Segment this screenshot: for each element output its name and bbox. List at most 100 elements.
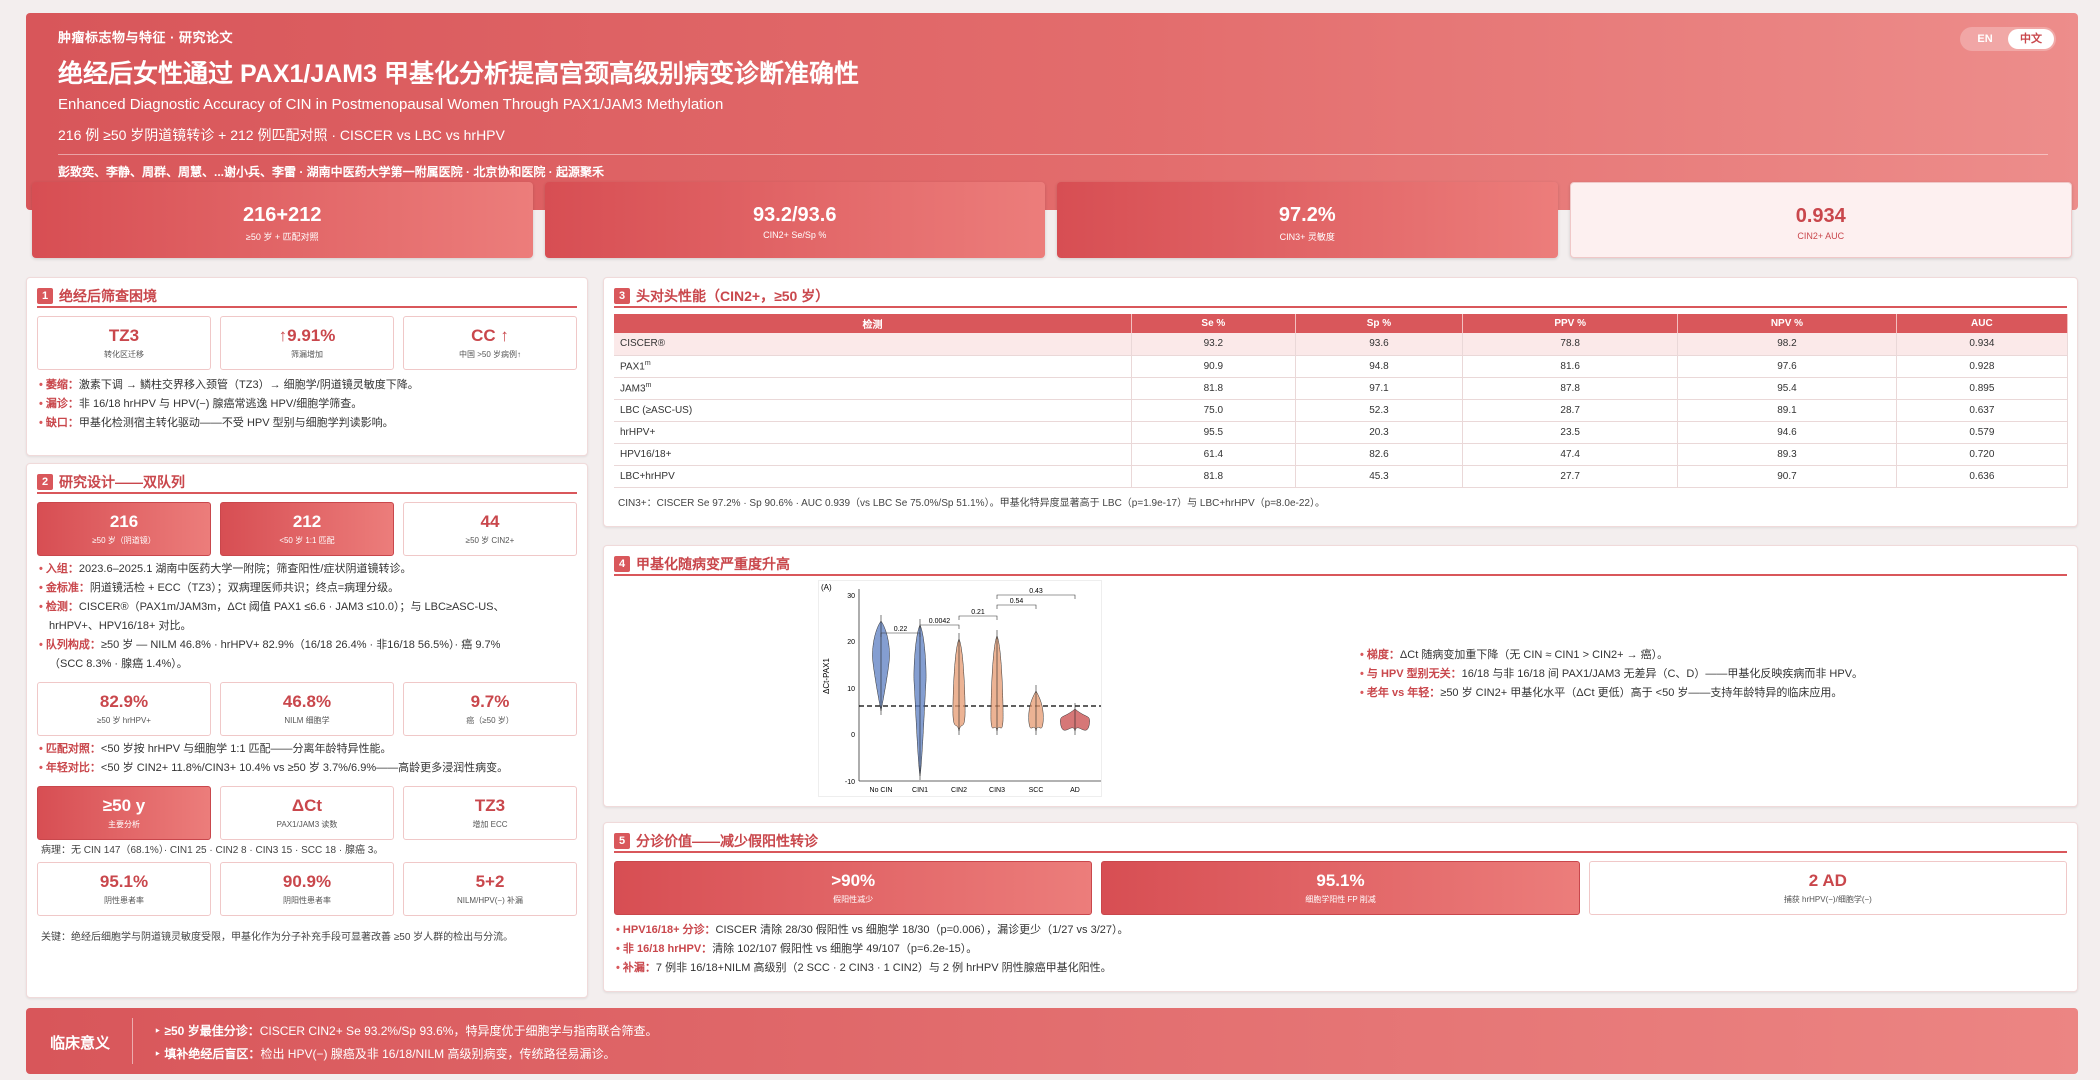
table-row: hrHPV+ 95.5 20.3 23.5 94.6 0.579 xyxy=(614,421,2069,444)
bullet-text: 激素下调 → 鳞柱交界移入颈管（TZ3）→ 细胞学/阴道镜灵敏度下降。 xyxy=(78,379,419,391)
bullet-continuation: （SCC 8.3% · 腺癌 1.4%）。 xyxy=(49,658,188,670)
table-row: JAM3m 81.8 97.1 87.8 95.4 0.895 xyxy=(614,377,2069,400)
metric-row: 216 ≥50 岁（阴道镜） 212 <50 岁 1:1 匹配 44 ≥50 岁 CI… xyxy=(37,502,577,556)
stat-label: CIN3+ 灵敏度 xyxy=(1279,232,1335,242)
metric-box: 9.7% 癌（≥50 岁） xyxy=(403,682,577,736)
test-name: LBC+hrHPV xyxy=(620,470,675,482)
bullet-item: • HPV16/18+ 分诊：CISCER 清除 28/30 假阳性 vs 细胞… xyxy=(616,924,1129,936)
metric-cell: 90.9 xyxy=(1131,355,1296,378)
metric-row: >90% 假阳性减少 95.1% 细胞学阳性 FP 削减 2 AD 捕获 hrHPV(… xyxy=(614,861,2067,915)
metric-cell: 0.636 xyxy=(1896,465,2069,488)
metric-cell: 81.8 xyxy=(1131,465,1296,488)
bullet-text: 清除 102/107 假阳性 vs 细胞学 49/107（p=6.2e-15）。 xyxy=(712,943,978,955)
panel-title: 3 头对头性能（CIN2+，≥50 岁） xyxy=(614,286,2067,308)
metric-box: 90.9% 阴阳性患者率 xyxy=(220,862,394,916)
performance-table: 检测 Se % Sp % PPV % NPV % AUC CISCER® 93.2… xyxy=(614,314,2069,488)
metric-value: 95.1% xyxy=(1316,871,1365,890)
bullet-key: 金标准： xyxy=(45,582,90,594)
pathology-note: 病理：无 CIN 147（68.1%）· CIN1 25 · CIN2 8 · … xyxy=(41,845,384,856)
panel-title: 1 绝经后筛查困境 xyxy=(37,286,577,308)
metric-cell: 0.928 xyxy=(1896,355,2069,378)
p-value-label: 0.43 xyxy=(1029,588,1043,595)
bullet-key: HPV16/18+ 分诊： xyxy=(622,924,716,936)
column-header: 检测 xyxy=(614,314,1132,333)
panel-title-text: 甲基化随病变严重度升高 xyxy=(636,556,790,572)
significance-bracket xyxy=(958,615,998,620)
metric-value: ↑9.91% xyxy=(278,326,336,345)
metric-label: ≥50 岁 hrHPV+ xyxy=(97,716,151,725)
p-value-label: 0.54 xyxy=(1010,598,1024,605)
metric-value: 9.7% xyxy=(470,692,510,711)
bullet-item: • 老年 vs 年轻：≥50 岁 CIN2+ 甲基化水平（ΔCt 更低）高于 <… xyxy=(1360,687,1843,699)
stat-value: 0.934 xyxy=(1795,205,1846,227)
metric-box: TZ3 增加 ECC xyxy=(403,786,577,840)
bullet-key: 缺口： xyxy=(45,417,79,429)
metric-cell: 93.6 xyxy=(1295,333,1464,356)
metric-cell: 52.3 xyxy=(1295,399,1464,422)
bullet-key: 老年 vs 年轻： xyxy=(1366,687,1441,699)
metric-label: 中国 >50 岁病例↑ xyxy=(458,350,521,359)
lang-en-button[interactable]: EN xyxy=(1962,29,2008,49)
metric-value: ≥50 y xyxy=(102,796,146,815)
footer-key: 填补绝经后盲区： xyxy=(164,1047,261,1061)
title-english: Enhanced Diagnostic Accuracy of CIN in P… xyxy=(58,96,724,113)
bullet-item: • 入组：2023.6–2025.1 湖南中医药大学一附院；筛查阳性/症状阴道镜… xyxy=(39,563,412,575)
stat-label: CIN2+ AUC xyxy=(1797,231,1845,241)
metric-box: CC ↑ 中国 >50 岁病例↑ xyxy=(403,316,577,370)
stat-value: 93.2/93.6 xyxy=(753,204,837,226)
bullet-item: • 匹配对照：<50 岁按 hrHPV 与细胞学 1:1 匹配——分离年龄特异性… xyxy=(39,743,392,755)
metric-label: 转化区迁移 xyxy=(104,350,144,359)
metric-value: 2 AD xyxy=(1808,871,1847,890)
bullet-item: • 检测：CISCER®（PAX1m/JAM3m，ΔCt 阈值 PAX1 ≤6.… xyxy=(39,601,505,613)
bullet-text: 7 例非 16/18+NILM 高级别（2 SCC · 2 CIN3 · 1 C… xyxy=(655,962,1112,974)
metric-value: >90% xyxy=(831,871,876,890)
panel-title: 2 研究设计——双队列 xyxy=(37,472,577,494)
bullet-item: • 队列构成：≥50 岁 — NILM 46.8% · hrHPV+ 82.9%… xyxy=(39,639,501,651)
metric-cell: 28.7 xyxy=(1462,399,1679,422)
metric-value: 95.1% xyxy=(99,872,149,891)
metric-cell: 94.6 xyxy=(1677,421,1897,444)
y-tick-label: 30 xyxy=(847,593,855,600)
metric-value: 216 xyxy=(109,512,139,531)
test-name: JAM3 xyxy=(620,383,646,395)
metric-label: 筛漏增加 xyxy=(291,350,323,359)
metric-cell: 0.895 xyxy=(1896,377,2069,400)
metric-cell: 97.6 xyxy=(1677,355,1897,378)
metric-cell: 90.7 xyxy=(1677,465,1897,488)
table-row: HPV16/18+ 61.4 82.6 47.4 89.3 0.720 xyxy=(614,443,2069,466)
stat-card: 93.2/93.6 CIN2+ Se/Sp % xyxy=(544,182,1045,258)
table-row: LBC (≥ASC-US) 75.0 52.3 28.7 89.1 0.637 xyxy=(614,399,2069,422)
violin-figure: (A) ΔCt-PAX1 30 20 10 0 -10 No CIN CIN1 CIN2 CI… xyxy=(818,580,1102,797)
column-header: Se % xyxy=(1131,314,1296,333)
bullet-item: • 年轻对比：<50 岁 CIN2+ 11.8%/CIN3+ 10.4% vs … xyxy=(39,762,509,774)
metric-label: 增加 ECC xyxy=(472,820,508,829)
lang-zh-button[interactable]: 中文 xyxy=(2008,29,2054,49)
panel-title-text: 分诊价值——减少假阳性转诊 xyxy=(636,833,818,849)
bullet-item: • 缺口：甲基化检测宿主转化驱动——不受 HPV 型别与细胞学判读影响。 xyxy=(39,417,394,429)
metric-label: 假阳性减少 xyxy=(833,895,874,904)
bullet-key: 萎缩： xyxy=(45,379,79,391)
bullet-key: 漏诊： xyxy=(45,398,79,410)
bullet-key: 梯度： xyxy=(1366,649,1400,661)
column-header: NPV % xyxy=(1677,314,1897,333)
footer-key: ≥50 岁最佳分诊： xyxy=(164,1024,260,1038)
clinical-significance-footer: 临床意义 ‣ ≥50 岁最佳分诊：CISCER CIN2+ Se 93.2%/S… xyxy=(26,1008,2078,1074)
test-name: HPV16/18+ xyxy=(620,448,672,460)
figure-panel-label: (A) xyxy=(821,583,832,592)
bullet-item: • 金标准：阴道镜活检 + ECC（TZ3）；双病理医师共识；终点=病理分级。 xyxy=(39,582,400,594)
table-row: CISCER® 93.2 93.6 78.8 98.2 0.934 xyxy=(614,333,2069,356)
metric-value: 44 xyxy=(480,512,500,531)
bullet-text: 2023.6–2025.1 湖南中医药大学一附院；筛查阳性/症状阴道镜转诊。 xyxy=(78,563,412,575)
metric-cell: 81.6 xyxy=(1462,355,1679,378)
metric-cell: 47.4 xyxy=(1462,443,1679,466)
test-name-cell: hrHPV+ xyxy=(614,421,1132,444)
metric-box: 2 AD 捕获 hrHPV(−)/细胞学(−) xyxy=(1588,861,2067,915)
metric-cell: 94.8 xyxy=(1295,355,1464,378)
violin-plot: (A) ΔCt-PAX1 30 20 10 0 -10 No CIN CIN1 CIN2 CI… xyxy=(821,583,1101,794)
metric-box: 82.9% ≥50 岁 hrHPV+ xyxy=(37,682,211,736)
metric-box: 46.8% NILM 细胞学 xyxy=(220,682,394,736)
metric-cell: 20.3 xyxy=(1295,421,1464,444)
metric-box: 216 ≥50 岁（阴道镜） xyxy=(37,502,211,556)
stat-value: 216+212 xyxy=(243,204,322,226)
metric-box: 95.1% 阴性患者率 xyxy=(37,862,211,916)
